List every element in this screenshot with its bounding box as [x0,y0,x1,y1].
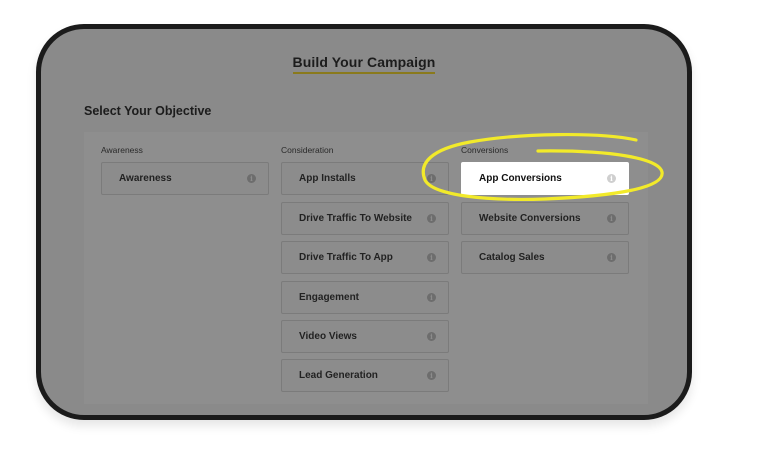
section-heading: Select Your Objective [84,104,212,118]
objective-option-catalog-sales[interactable]: Catalog Sales i [461,241,629,274]
device-frame: Build Your Campaign Select Your Objectiv… [36,24,692,420]
info-icon[interactable]: i [427,293,436,302]
option-label: App Installs [299,173,356,184]
info-icon[interactable]: i [427,332,436,341]
stage: Build Your Campaign Select Your Objectiv… [0,0,758,449]
objective-option-app-conversions[interactable]: App Conversions i [461,162,629,195]
objective-option-awareness[interactable]: Awareness i [101,162,269,195]
page-title-text: Build Your Campaign [292,54,436,74]
option-label: Video Views [299,331,357,342]
info-icon[interactable]: i [247,174,256,183]
column-label-consideration: Consideration [281,145,334,155]
objective-option-drive-traffic-to-app[interactable]: Drive Traffic To App i [281,241,449,274]
objective-option-app-installs[interactable]: App Installs i [281,162,449,195]
option-label: Website Conversions [479,213,581,224]
info-icon[interactable]: i [427,174,436,183]
column-label-awareness: Awareness [101,145,143,155]
info-icon[interactable]: i [427,214,436,223]
option-label: Engagement [299,292,360,303]
option-label: Drive Traffic To App [299,252,393,263]
objective-option-engagement[interactable]: Engagement i [281,281,449,314]
option-label: App Conversions [479,173,562,184]
column-label-conversions: Conversions [461,145,509,155]
info-icon[interactable]: i [607,174,616,183]
option-label: Catalog Sales [479,252,545,263]
objective-option-lead-generation[interactable]: Lead Generation i [281,359,449,392]
info-icon[interactable]: i [607,214,616,223]
objective-panel: Awareness Awareness i Consideration App … [84,132,648,404]
info-icon[interactable]: i [607,253,616,262]
option-label: Awareness [119,173,172,184]
option-label: Lead Generation [299,370,378,381]
objective-option-drive-traffic-to-website[interactable]: Drive Traffic To Website i [281,202,449,235]
option-label: Drive Traffic To Website [299,213,412,224]
objective-option-website-conversions[interactable]: Website Conversions i [461,202,629,235]
page-title: Build Your Campaign [41,54,687,74]
objective-option-video-views[interactable]: Video Views i [281,320,449,353]
info-icon[interactable]: i [427,371,436,380]
info-icon[interactable]: i [427,253,436,262]
